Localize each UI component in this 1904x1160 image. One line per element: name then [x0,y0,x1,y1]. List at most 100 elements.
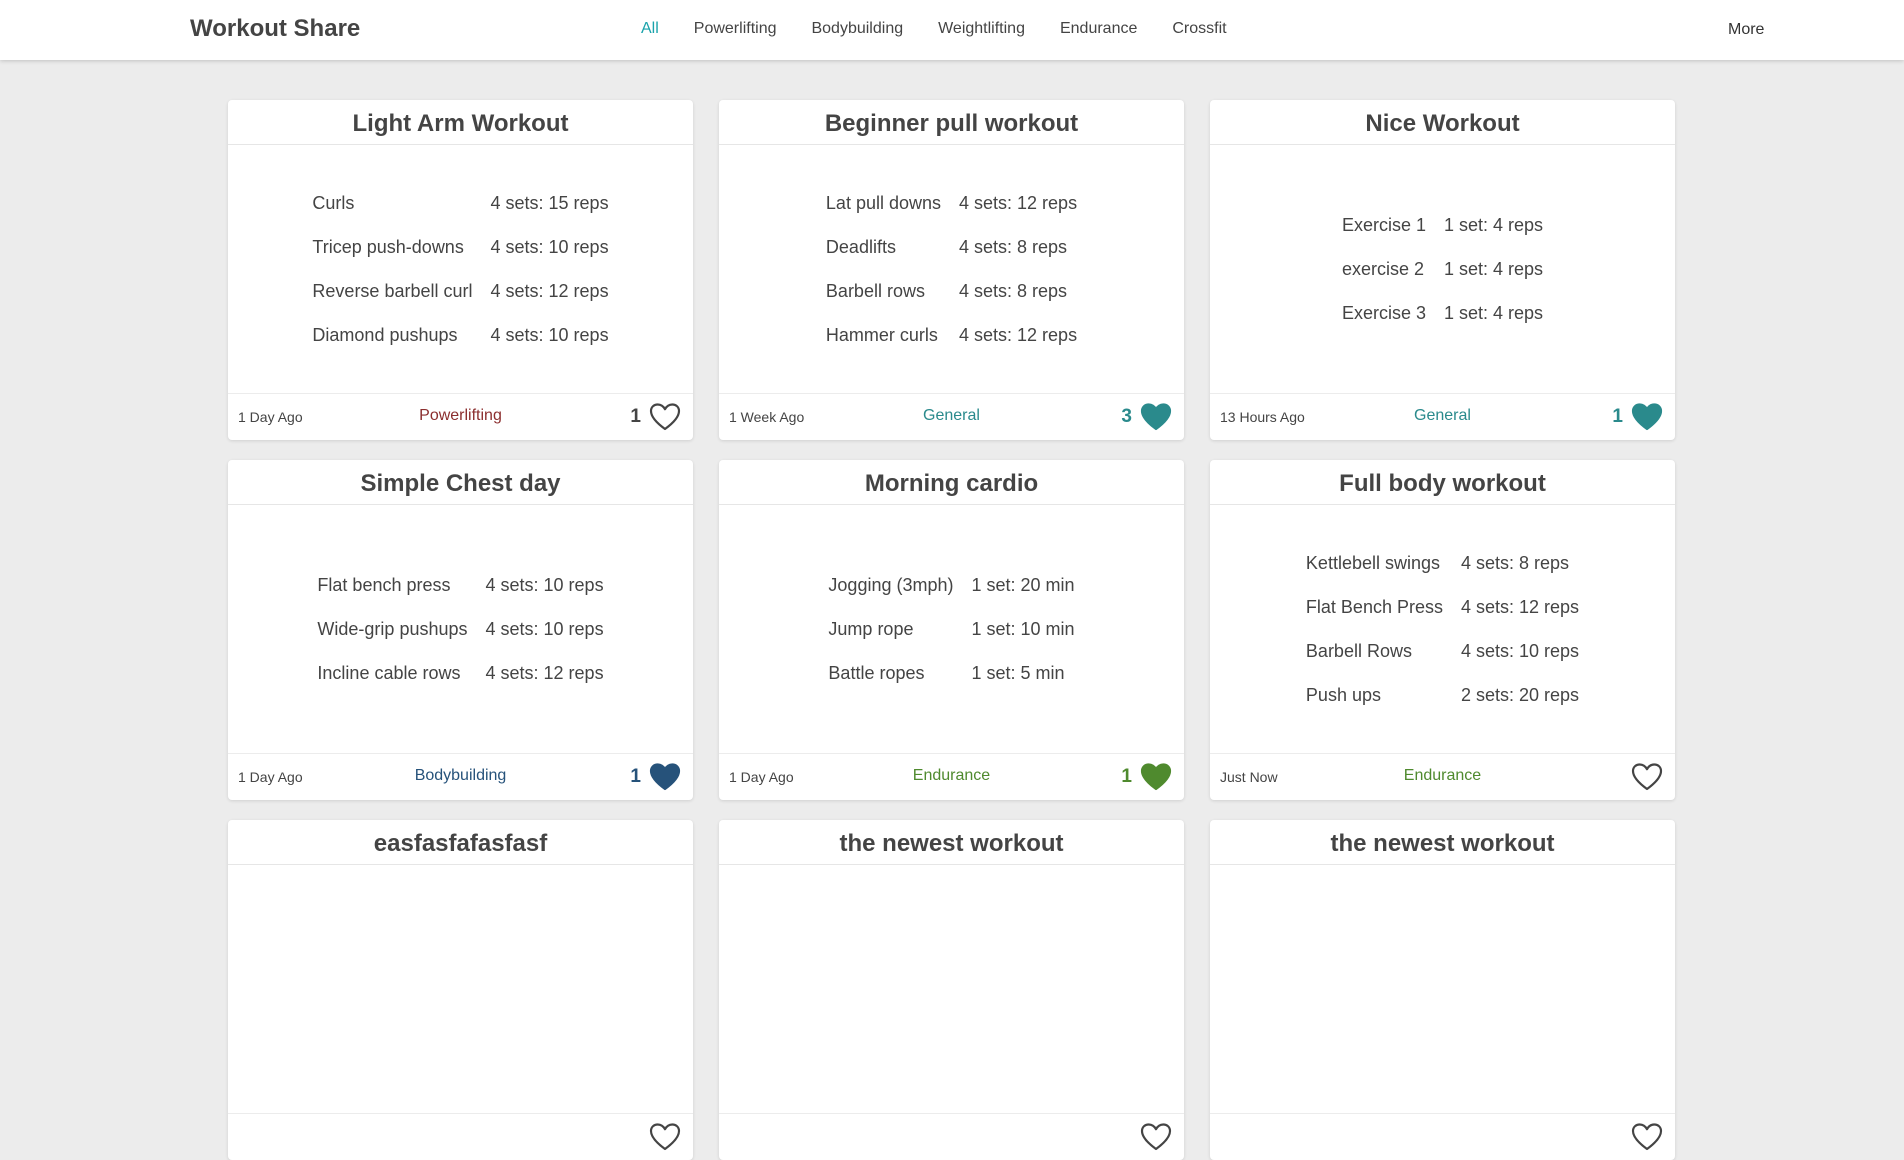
exercise-row: Curls 4 sets: 15 reps [312,181,608,225]
exercise-list [719,865,1184,1113]
exercise-name: Jump rope [828,618,914,639]
exercise-sets-reps: 4 sets: 12 reps [959,324,1078,345]
category-label[interactable]: Powerlifting [228,407,693,425]
workout-title[interactable]: Light Arm Workout [228,100,693,145]
exercise-row: Exercise 1 1 set: 4 reps [1342,203,1543,247]
exercise-name: Diamond pushups [312,324,458,345]
exercise-sets-reps: 4 sets: 8 reps [959,236,1068,257]
exercise-sets-reps: 4 sets: 12 reps [490,280,609,301]
exercise-name: Battle ropes [828,662,925,683]
heart-filled-icon[interactable] [1140,402,1172,432]
card-footer [1210,1113,1675,1160]
like-control [1132,1122,1172,1152]
workout-card[interactable]: the newest workout [719,820,1184,1160]
workout-title[interactable]: Beginner pull workout [719,100,1184,145]
exercise-sets-reps: 4 sets: 15 reps [490,192,609,213]
exercise-list: Jogging (3mph) 1 set: 20 min Jump rope 1… [719,505,1184,753]
card-footer [719,1113,1184,1160]
exercise-row: Kettlebell swings 4 sets: 8 reps [1306,541,1579,585]
like-count: 1 [630,766,641,787]
exercise-row: Lat pull downs 4 sets: 12 reps [826,181,1077,225]
exercise-list [228,865,693,1113]
exercise-table: Curls 4 sets: 15 reps Tricep push-downs … [312,181,608,357]
card-footer [228,1113,693,1160]
exercise-table: Exercise 1 1 set: 4 reps exercise 2 1 se… [1342,203,1543,335]
exercise-row: Wide-grip pushups 4 sets: 10 reps [317,607,603,651]
exercise-row: Flat bench press 4 sets: 10 reps [317,563,603,607]
heart-filled-icon[interactable] [1140,762,1172,792]
exercise-name: Barbell Rows [1305,640,1412,661]
exercise-table: Lat pull downs 4 sets: 12 reps Deadlifts… [826,181,1077,357]
card-footer: 1 Day Ago Powerlifting 1 [228,393,693,440]
workout-title[interactable]: the newest workout [719,820,1184,865]
exercise-list [1210,865,1675,1113]
exercise-row: Incline cable rows 4 sets: 12 reps [317,651,603,695]
workout-card[interactable]: the newest workout [1210,820,1675,1160]
exercise-name: Kettlebell swings [1305,552,1440,573]
exercise-list: Curls 4 sets: 15 reps Tricep push-downs … [228,145,693,393]
workout-card[interactable]: Full body workout Kettlebell swings 4 se… [1210,460,1675,800]
heart-filled-icon[interactable] [1631,402,1663,432]
workout-title[interactable]: the newest workout [1210,820,1675,865]
exercise-row: Deadlifts 4 sets: 8 reps [826,225,1077,269]
exercise-list: Flat bench press 4 sets: 10 reps Wide-gr… [228,505,693,753]
exercise-sets-reps: 4 sets: 12 reps [1460,596,1580,617]
like-count: 1 [630,406,641,427]
card-footer: 1 Week Ago General 3 [719,393,1184,440]
exercise-sets-reps: 4 sets: 8 reps [959,280,1068,301]
nav-link-endurance[interactable]: Endurance [1060,20,1137,42]
workout-title[interactable]: easfasfafasfasf [228,820,693,865]
workout-title[interactable]: Full body workout [1210,460,1675,505]
like-count: 1 [1612,406,1623,427]
heart-outline-icon[interactable] [649,402,681,432]
category-nav: All Powerlifting Bodybuilding Weightlift… [641,20,1262,42]
card-footer: 1 Day Ago Bodybuilding 1 [228,753,693,800]
workout-card[interactable]: Morning cardio Jogging (3mph) 1 set: 20 … [719,460,1184,800]
heart-outline-icon[interactable] [1140,1122,1172,1152]
heart-outline-icon[interactable] [1631,762,1663,792]
workout-title[interactable]: Nice Workout [1210,100,1675,145]
exercise-name: Wide-grip pushups [317,618,468,639]
exercise-name: Flat Bench Press [1305,596,1443,617]
heart-outline-icon[interactable] [1631,1122,1663,1152]
category-label[interactable]: Endurance [1210,767,1675,785]
like-control: 3 [1121,402,1172,432]
category-label[interactable]: General [1210,407,1675,425]
nav-link-weightlifting[interactable]: Weightlifting [938,20,1025,42]
exercise-list: Kettlebell swings 4 sets: 8 reps Flat Be… [1210,505,1675,753]
exercise-row: Hammer curls 4 sets: 12 reps [826,313,1077,357]
workout-title[interactable]: Simple Chest day [228,460,693,505]
nav-link-crossfit[interactable]: Crossfit [1172,20,1226,42]
workout-card[interactable]: Light Arm Workout Curls 4 sets: 15 reps … [228,100,693,440]
exercise-sets-reps: 4 sets: 12 reps [485,662,604,683]
exercise-name: Hammer curls [825,324,938,345]
exercise-name: Lat pull downs [825,192,941,213]
workout-title[interactable]: Morning cardio [719,460,1184,505]
like-control [1623,1122,1663,1152]
workout-card[interactable]: easfasfafasfasf [228,820,693,1160]
exercise-sets-reps: 4 sets: 10 reps [1460,640,1580,661]
exercise-table: Flat bench press 4 sets: 10 reps Wide-gr… [317,563,603,695]
more-menu-button[interactable]: More [1728,21,1764,39]
nav-link-all[interactable]: All [641,20,659,42]
category-label[interactable]: Bodybuilding [228,767,693,785]
category-label[interactable]: Endurance [719,767,1184,785]
workout-card[interactable]: Beginner pull workout Lat pull downs 4 s… [719,100,1184,440]
workout-card[interactable]: Simple Chest day Flat bench press 4 sets… [228,460,693,800]
category-label[interactable]: General [719,407,1184,425]
like-control [1623,762,1663,792]
exercise-row: Barbell rows 4 sets: 8 reps [826,269,1077,313]
heart-outline-icon[interactable] [649,1122,681,1152]
nav-link-powerlifting[interactable]: Powerlifting [694,20,777,42]
exercise-sets-reps: 2 sets: 20 reps [1460,684,1580,705]
top-navbar: Workout Share All Powerlifting Bodybuild… [0,0,1904,60]
like-count: 3 [1121,406,1132,427]
exercise-sets-reps: 4 sets: 8 reps [1460,552,1570,573]
nav-link-bodybuilding[interactable]: Bodybuilding [811,20,903,42]
workout-card-grid: Light Arm Workout Curls 4 sets: 15 reps … [228,100,1675,1160]
like-control: 1 [1612,402,1663,432]
heart-filled-icon[interactable] [649,762,681,792]
workout-card[interactable]: Nice Workout Exercise 1 1 set: 4 reps ex… [1210,100,1675,440]
exercise-table: Jogging (3mph) 1 set: 20 min Jump rope 1… [828,563,1074,695]
brand-title[interactable]: Workout Share [190,15,360,43]
